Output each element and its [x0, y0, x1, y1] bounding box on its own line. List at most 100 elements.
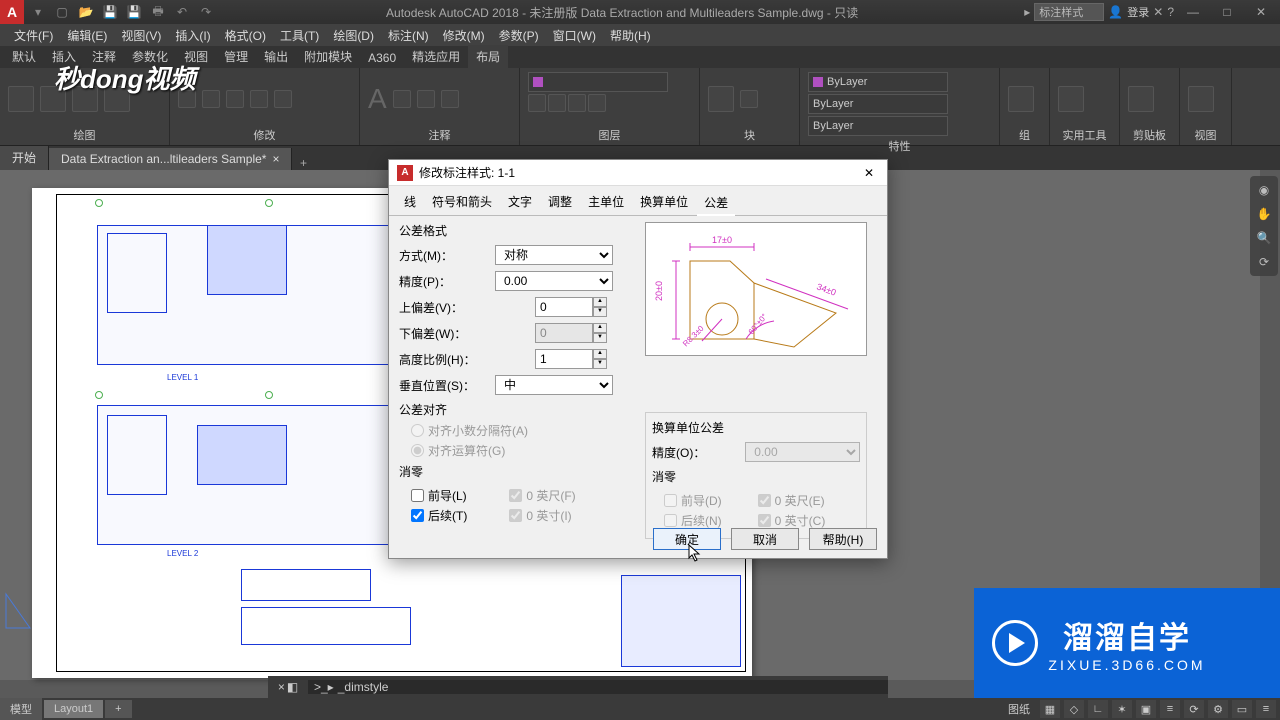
leader-icon[interactable]	[417, 90, 435, 108]
hratio-input[interactable]	[535, 349, 593, 369]
redo-icon[interactable]: ↷	[196, 3, 216, 21]
undo-icon[interactable]: ↶	[172, 3, 192, 21]
help-button[interactable]: 帮助(H)	[809, 528, 877, 550]
menu-draw[interactable]: 绘图(D)	[327, 25, 380, 46]
menu-format[interactable]: 格式(O)	[219, 25, 272, 46]
arc-icon[interactable]	[104, 86, 130, 112]
user-icon[interactable]: 👤	[1108, 5, 1123, 19]
login-link[interactable]: 登录	[1127, 4, 1149, 20]
snap-icon[interactable]: ◇	[1064, 700, 1084, 718]
polar-icon[interactable]: ✶	[1112, 700, 1132, 718]
maximize-button[interactable]: □	[1212, 0, 1242, 24]
new-icon[interactable]: ▢	[52, 3, 72, 21]
cmd-handle-icon[interactable]: ◧	[287, 680, 298, 694]
paste-icon[interactable]	[1128, 86, 1154, 112]
tab-primary[interactable]: 主单位	[581, 190, 631, 215]
layer-freeze-icon[interactable]	[568, 94, 586, 112]
vpos-select[interactable]: 中	[495, 375, 613, 395]
menu-icon[interactable]: ≡	[1256, 700, 1276, 718]
menu-file[interactable]: 文件(F)	[8, 25, 59, 46]
clean-icon[interactable]: ▭	[1232, 700, 1252, 718]
lead-check[interactable]	[411, 489, 424, 502]
layer-prop-icon[interactable]	[528, 94, 546, 112]
btab-layout1[interactable]: Layout1	[44, 700, 103, 718]
doctab-start[interactable]: 开始	[0, 145, 49, 170]
measure-icon[interactable]	[1058, 86, 1084, 112]
dim-icon[interactable]	[393, 90, 411, 108]
ok-button[interactable]: 确定	[653, 528, 721, 550]
tab-line[interactable]: 线	[397, 190, 423, 215]
method-select[interactable]: 对称	[495, 245, 613, 265]
ribtab-output[interactable]: 输出	[256, 45, 296, 68]
ortho-icon[interactable]: ∟	[1088, 700, 1108, 718]
cancel-button[interactable]: 取消	[731, 528, 799, 550]
saveas-icon[interactable]: 💾	[124, 3, 144, 21]
app-logo[interactable]: A	[0, 0, 24, 24]
ribtab-featured[interactable]: 精选应用	[404, 45, 468, 68]
menu-edit[interactable]: 编辑(E)	[61, 25, 113, 46]
table-icon[interactable]	[441, 90, 459, 108]
layer-off-icon[interactable]	[548, 94, 566, 112]
dialog-close-button[interactable]: ✕	[859, 166, 879, 180]
ribtab-annotate[interactable]: 注释	[84, 45, 124, 68]
close-tab-icon[interactable]: ×	[272, 152, 279, 166]
ribtab-default[interactable]: 默认	[4, 45, 44, 68]
lweight-combo[interactable]: ByLayer	[808, 94, 948, 114]
ribtab-layout[interactable]: 布局	[468, 45, 508, 68]
edit-block-icon[interactable]	[740, 90, 758, 108]
minimize-button[interactable]: —	[1178, 0, 1208, 24]
upper-input[interactable]	[535, 297, 593, 317]
ribtab-addin[interactable]: 附加模块	[296, 45, 360, 68]
lwt-icon[interactable]: ≡	[1160, 700, 1180, 718]
help-icon[interactable]: ?	[1167, 5, 1174, 19]
layer-combo[interactable]	[528, 72, 668, 92]
trail-check[interactable]	[411, 509, 424, 522]
insert-block-icon[interactable]	[708, 86, 734, 112]
menu-help[interactable]: 帮助(H)	[604, 25, 657, 46]
btab-model[interactable]: 模型	[0, 698, 42, 720]
menu-view[interactable]: 视图(V)	[115, 25, 167, 46]
mirror-icon[interactable]	[274, 90, 292, 108]
ribtab-a360[interactable]: A360	[360, 48, 404, 68]
menu-window[interactable]: 窗口(W)	[547, 25, 602, 46]
pan-icon[interactable]: ✋	[1254, 204, 1274, 224]
menu-tools[interactable]: 工具(T)	[274, 25, 325, 46]
copy-icon[interactable]	[202, 90, 220, 108]
ltype-combo[interactable]: ByLayer	[808, 116, 948, 136]
menu-insert[interactable]: 插入(I)	[169, 25, 216, 46]
base-icon[interactable]	[1188, 86, 1214, 112]
tab-text[interactable]: 文字	[501, 190, 539, 215]
ws-icon[interactable]: ⚙	[1208, 700, 1228, 718]
save-icon[interactable]: 💾	[100, 3, 120, 21]
exchange-icon[interactable]: ✕	[1153, 5, 1163, 19]
tab-tolerance[interactable]: 公差	[697, 191, 735, 216]
trim-icon[interactable]	[250, 90, 268, 108]
group-icon[interactable]	[1008, 86, 1034, 112]
ribtab-param[interactable]: 参数化	[124, 45, 176, 68]
status-paper[interactable]: 图纸	[1002, 700, 1036, 718]
tab-alt[interactable]: 换算单位	[633, 190, 695, 215]
open-icon[interactable]: 📂	[76, 3, 96, 21]
qat-menu-icon[interactable]: ▾	[28, 3, 48, 21]
tab-symbols[interactable]: 符号和箭头	[425, 190, 499, 215]
btab-add[interactable]: +	[105, 700, 131, 718]
precision-select[interactable]: 0.00	[495, 271, 613, 291]
nav-wheel-icon[interactable]: ◉	[1254, 180, 1274, 200]
osnap-icon[interactable]: ▣	[1136, 700, 1156, 718]
cmd-close-icon[interactable]: ×	[278, 680, 285, 694]
orbit-icon[interactable]: ⟳	[1254, 252, 1274, 272]
circle-icon[interactable]	[72, 86, 98, 112]
rotate-icon[interactable]	[226, 90, 244, 108]
polyline-icon[interactable]	[40, 86, 66, 112]
menu-modify[interactable]: 修改(M)	[437, 25, 491, 46]
spin-up-icon[interactable]: ▲	[593, 297, 607, 307]
close-button[interactable]: ✕	[1246, 0, 1276, 24]
search-input[interactable]	[1034, 3, 1104, 21]
doctab-file[interactable]: Data Extraction an...ltileaders Sample*×	[49, 148, 292, 170]
layer-lock-icon[interactable]	[588, 94, 606, 112]
grid-icon[interactable]: ▦	[1040, 700, 1060, 718]
line-icon[interactable]	[8, 86, 34, 112]
menu-dim[interactable]: 标注(N)	[382, 25, 435, 46]
ribtab-manage[interactable]: 管理	[216, 45, 256, 68]
spin-down-icon[interactable]: ▼	[593, 307, 607, 317]
